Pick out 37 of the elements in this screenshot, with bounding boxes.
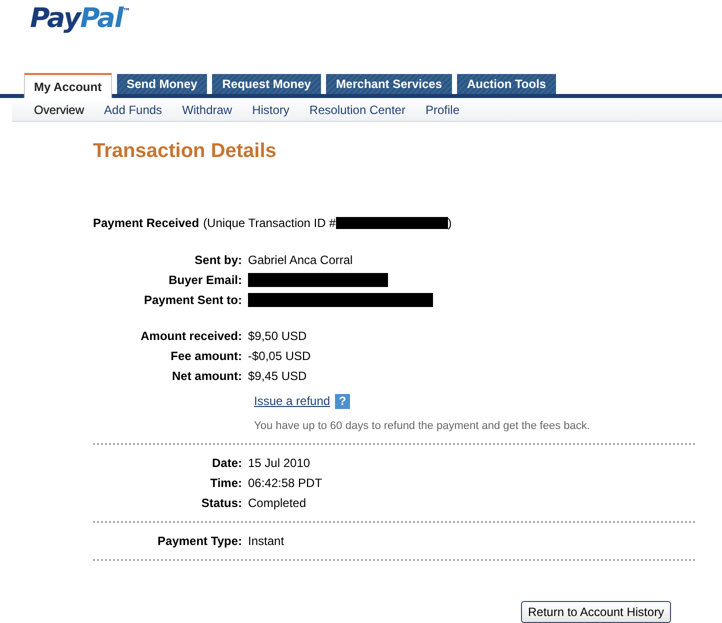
field-label: Fee amount: <box>170 349 243 363</box>
subnav-link[interactable]: Resolution Center <box>309 100 406 118</box>
subnav-link[interactable]: Overview <box>34 100 84 118</box>
refund-note: You have up to 60 days to refund the payment and get the fees back. <box>254 419 591 434</box>
field-value: 06:42:58 PDT <box>248 476 322 490</box>
field-label: Payment Type: <box>156 534 243 548</box>
heading-text: (Unique Transaction ID # <box>203 215 336 232</box>
heading-label: Payment Received <box>93 215 200 232</box>
field-value: 15 Jul 2010 <box>248 456 310 470</box>
field-label: Payment Sent to: <box>142 293 243 307</box>
subnav-link[interactable]: History <box>252 100 290 118</box>
nav-tab[interactable]: Request Money <box>212 74 321 94</box>
field-value: $9,45 USD <box>248 369 307 383</box>
paypal-logo: PayPal$^{™}$ <box>30 5 130 32</box>
field-value: Instant <box>248 534 284 548</box>
field-label: Time: <box>209 476 243 490</box>
refund-link[interactable]: Issue a refund <box>254 392 330 410</box>
subnav-link[interactable]: Profile <box>425 100 460 118</box>
return-button[interactable]: Return to Account History <box>521 600 672 622</box>
field-value: Completed <box>248 496 306 510</box>
page-title: Transaction Details <box>93 139 278 164</box>
field-value: -$0,05 USD <box>248 349 311 363</box>
subnav-link[interactable]: Add Funds <box>104 100 162 118</box>
nav-tab[interactable]: Auction Tools <box>457 74 556 94</box>
field-label: Net amount: <box>171 369 243 383</box>
heading-paren: ) <box>448 215 452 232</box>
field-label: Status: <box>200 496 243 510</box>
field-label: Sent by: <box>194 253 243 267</box>
subnav-link[interactable]: Withdraw <box>182 100 232 118</box>
field-value: $9,50 USD <box>248 329 307 343</box>
field-value: Gabriel Anca Corral <box>248 253 353 267</box>
field-label: Buyer Email: <box>168 273 243 287</box>
nav-tab[interactable]: Send Money <box>116 74 208 94</box>
nav-tab[interactable]: My Account <box>24 73 112 98</box>
field-label: Date: <box>210 456 243 470</box>
nav-tab[interactable]: Merchant Services <box>326 74 452 94</box>
field-label: Amount received: <box>140 329 243 343</box>
